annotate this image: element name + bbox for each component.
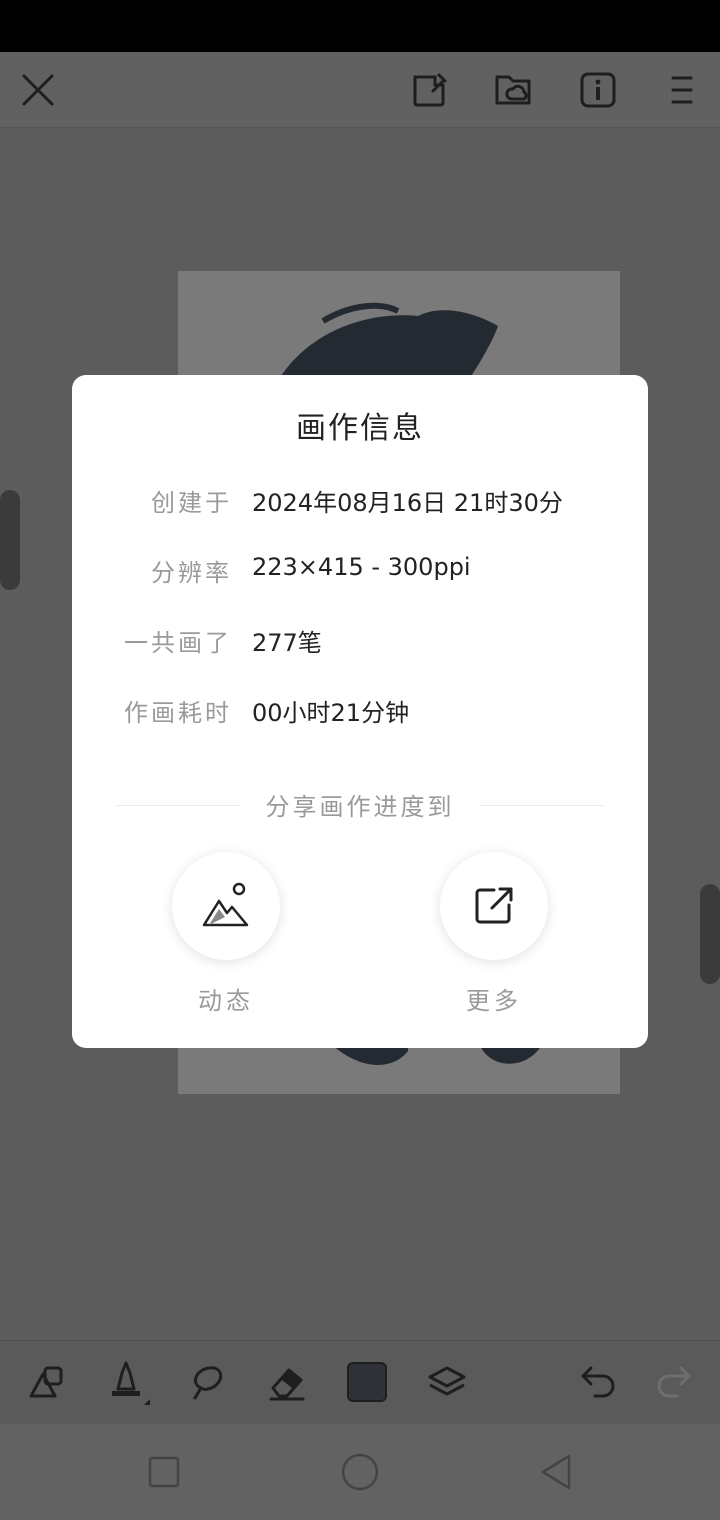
share-section-title: 分享画作进度到	[265, 793, 455, 821]
created-value: 2024年08月16日 21时30分	[252, 489, 563, 517]
info-row-created: 创建于 2024年08月16日 21时30分	[72, 483, 648, 523]
created-label: 创建于	[151, 489, 232, 517]
duration-label: 作画耗时	[124, 699, 232, 727]
artwork-info-dialog: 画作信息 创建于 2024年08月16日 21时30分 分辨率 223×415 …	[72, 375, 648, 1048]
share-more-label: 更多	[466, 987, 522, 1015]
info-row-strokes: 一共画了 277笔	[72, 623, 648, 663]
external-share-icon	[475, 887, 513, 924]
resolution-label: 分辨率	[151, 559, 232, 587]
strokes-label: 一共画了	[124, 629, 232, 657]
info-row-duration: 作画耗时 00小时21分钟	[72, 693, 648, 733]
duration-value: 00小时21分钟	[252, 699, 410, 727]
info-row-resolution: 分辨率 223×415 - 300ppi	[72, 553, 648, 593]
strokes-value: 277笔	[252, 629, 322, 657]
share-moments-label: 动态	[198, 987, 254, 1015]
image-mountain-icon	[202, 882, 249, 927]
dialog-title: 画作信息	[296, 411, 424, 446]
resolution-value: 223×415 - 300ppi	[252, 553, 471, 581]
share-moments-button[interactable]	[172, 852, 280, 960]
share-more-button[interactable]	[440, 852, 548, 960]
